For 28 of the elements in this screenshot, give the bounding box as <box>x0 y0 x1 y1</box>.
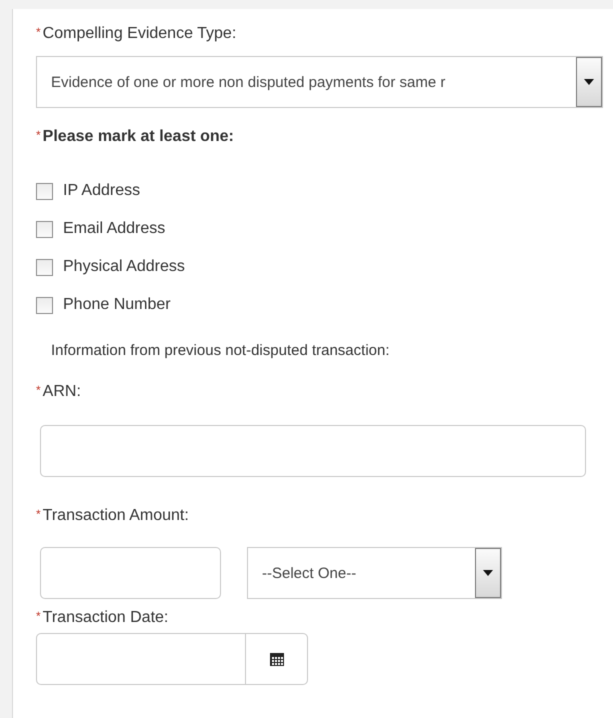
caret-icon <box>584 79 594 85</box>
evidence-type-select[interactable]: Evidence of one or more non disputed payments for same r <box>36 56 603 108</box>
calendar-button[interactable] <box>246 633 308 685</box>
required-mark: * <box>36 128 41 142</box>
group-label: Please mark at least one: <box>42 128 234 146</box>
info-text: Information from previous not-disputed transaction: <box>51 342 391 359</box>
checkbox[interactable] <box>36 296 53 314</box>
date-field[interactable] <box>36 633 246 685</box>
calendar-icon <box>268 651 284 667</box>
checkbox-label: Physical Address <box>63 258 185 276</box>
amount-field[interactable] <box>40 547 221 599</box>
caret-icon <box>483 570 493 576</box>
field-label: ARN: <box>42 383 81 401</box>
required-mark: * <box>36 25 41 39</box>
checkbox[interactable] <box>36 220 53 238</box>
currency-select[interactable]: --Select One-- <box>247 547 502 599</box>
required-mark: * <box>36 507 41 521</box>
checkbox-label: Phone Number <box>63 296 171 314</box>
arn-field[interactable] <box>40 425 586 477</box>
required-mark: * <box>36 383 41 397</box>
field-label: Transaction Amount: <box>42 507 189 525</box>
checkbox-label: Email Address <box>63 220 166 238</box>
required-mark: * <box>36 609 41 623</box>
checkbox-label: IP Address <box>63 182 140 200</box>
checkbox[interactable] <box>36 258 53 276</box>
checkbox[interactable] <box>36 182 53 200</box>
field-label: Transaction Date: <box>42 609 168 627</box>
field-label: Compelling Evidence Type: <box>42 25 236 43</box>
